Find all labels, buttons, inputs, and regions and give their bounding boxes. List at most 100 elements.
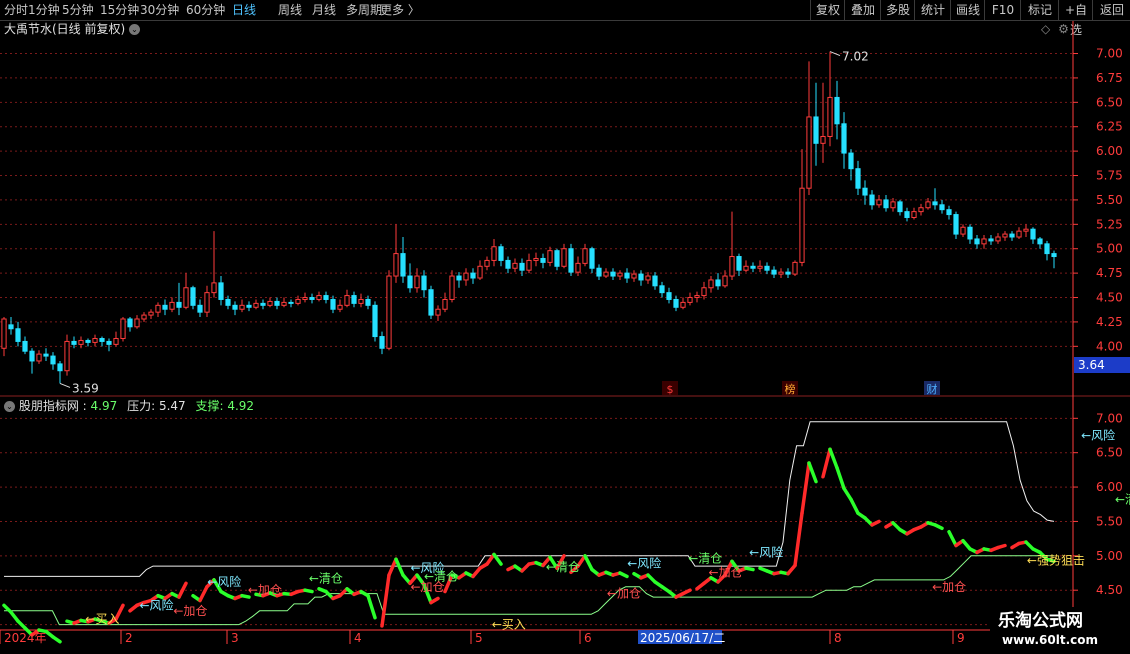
candle-body bbox=[533, 257, 539, 261]
candle-body bbox=[204, 292, 210, 313]
candle-body bbox=[911, 211, 917, 218]
candle-body bbox=[435, 308, 441, 316]
candle-body bbox=[281, 301, 287, 306]
candle-body bbox=[197, 304, 203, 313]
signal-label: ←清仓 bbox=[546, 560, 580, 574]
watermark: 乐淘公式网 www.60lt.com bbox=[990, 607, 1130, 650]
candle-body bbox=[456, 275, 462, 281]
signal-label: ←清仓 bbox=[309, 572, 343, 586]
candle-body bbox=[820, 135, 826, 144]
diamond-icon[interactable]: ◇ bbox=[1041, 22, 1050, 36]
candle-body bbox=[106, 340, 112, 345]
indicator-main-segment bbox=[51, 635, 62, 644]
candle-body bbox=[232, 304, 238, 310]
candle-body bbox=[848, 152, 854, 170]
indicator-main-segment bbox=[744, 566, 755, 572]
candle-body bbox=[610, 271, 616, 277]
price-tick-label: 4.75 bbox=[1096, 266, 1123, 280]
candle-body bbox=[134, 318, 140, 328]
signal-label: ←买入 bbox=[85, 612, 119, 626]
candle-body bbox=[953, 214, 959, 235]
indicator-main-segment bbox=[380, 573, 391, 628]
date-label: 8 bbox=[834, 631, 842, 645]
price-tick-label: 6.00 bbox=[1096, 144, 1123, 158]
candle-body bbox=[274, 300, 280, 306]
indicator-main-segment bbox=[198, 585, 209, 603]
candle-body bbox=[246, 304, 252, 308]
indicator-main-segment bbox=[387, 557, 398, 577]
indicator-tick-label: 5.00 bbox=[1096, 549, 1123, 563]
indicator-main-segment bbox=[807, 461, 818, 484]
chevron-down-icon[interactable]: ⌄ bbox=[129, 24, 141, 35]
date-label: 6 bbox=[584, 631, 592, 645]
candle-body bbox=[960, 226, 966, 235]
candle-body bbox=[92, 338, 98, 343]
indicator-main-segment bbox=[366, 593, 377, 620]
candle-body bbox=[988, 238, 994, 242]
indicator-main-segment bbox=[996, 543, 1007, 550]
date-label: 3 bbox=[231, 631, 239, 645]
candle-body bbox=[22, 340, 28, 352]
candle-body bbox=[981, 238, 987, 245]
indicator-main-segment bbox=[681, 588, 692, 596]
candle-body bbox=[505, 259, 511, 269]
high-price-label: 7.02 bbox=[842, 50, 869, 64]
candle-body bbox=[890, 201, 896, 209]
candle-body bbox=[1044, 243, 1050, 255]
indicator-main-segment bbox=[842, 486, 853, 502]
price-tick-label: 5.25 bbox=[1096, 217, 1123, 231]
chart-tools[interactable]: ◇ ⚙ bbox=[1041, 22, 1069, 36]
candle-body bbox=[43, 353, 49, 357]
candle-body bbox=[1030, 228, 1036, 240]
pressure-value: 5.47 bbox=[158, 399, 186, 413]
candle-body bbox=[680, 301, 686, 308]
signal-label: ←风险 bbox=[749, 544, 783, 559]
indicator-main-label: : bbox=[82, 399, 91, 413]
indicator-main-segment bbox=[303, 588, 314, 594]
signal-label: ←加仓 bbox=[709, 565, 743, 579]
candle-body bbox=[36, 353, 42, 362]
indicator-main-segment bbox=[618, 571, 629, 579]
candle-body bbox=[743, 265, 749, 271]
candle-body bbox=[666, 292, 672, 300]
candle-body bbox=[169, 301, 175, 310]
candle-body bbox=[582, 248, 588, 264]
candle-body bbox=[827, 96, 833, 137]
chevron-down-icon[interactable]: ⌄ bbox=[4, 401, 15, 412]
candle-body bbox=[407, 275, 413, 289]
candle-body bbox=[148, 311, 154, 316]
indicator-tick-label: 7.00 bbox=[1096, 411, 1123, 425]
event-marker: 财 bbox=[927, 382, 938, 396]
candle-body bbox=[239, 304, 245, 310]
candle-body bbox=[939, 204, 945, 211]
candle-body bbox=[365, 298, 371, 306]
settings-icon[interactable]: ⚙ bbox=[1058, 22, 1069, 36]
signal-label: ←加仓 bbox=[932, 580, 966, 594]
svg-text:www.60lt.com: www.60lt.com bbox=[1002, 633, 1098, 647]
date-label: 2024年 bbox=[4, 631, 47, 645]
candle-body bbox=[547, 250, 553, 263]
candle-body bbox=[575, 262, 581, 273]
date-label: 5 bbox=[475, 631, 483, 645]
candle-body bbox=[659, 285, 665, 294]
candle-body bbox=[1, 318, 7, 349]
candle-body bbox=[631, 273, 637, 279]
indicator-main-segment bbox=[394, 557, 405, 577]
candle-body bbox=[694, 295, 700, 299]
candle-body bbox=[568, 248, 574, 273]
price-tick-label: 4.25 bbox=[1096, 315, 1123, 329]
candle-body bbox=[379, 336, 385, 349]
candle-body bbox=[15, 328, 21, 342]
signal-label: ←加仓 bbox=[173, 604, 207, 618]
current-price-tag: 3.64 bbox=[1074, 357, 1130, 373]
signal-label: ←风险 bbox=[1081, 428, 1115, 443]
candle-body bbox=[127, 318, 133, 328]
kline-chart-canvas[interactable]: 7.00 6.75 6.50 6.25 6.00 5.75 5.50 5.25 5.00 4.75… bbox=[0, 0, 1130, 650]
candle-body bbox=[785, 271, 791, 275]
candle-body bbox=[183, 287, 189, 308]
candle-body bbox=[85, 339, 91, 343]
candle-body bbox=[470, 272, 476, 279]
indicator-tick-label: 5.50 bbox=[1096, 514, 1123, 528]
candle-body bbox=[771, 269, 777, 275]
candle-body bbox=[561, 248, 567, 267]
